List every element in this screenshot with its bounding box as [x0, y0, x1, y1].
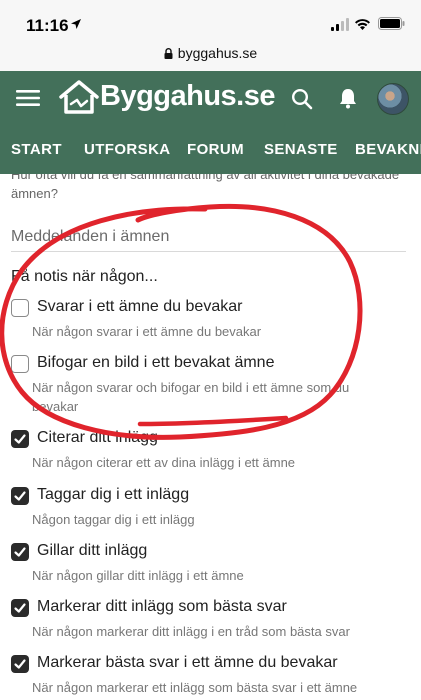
section-title: Meddelanden i ämnen — [11, 228, 170, 245]
option-label[interactable]: Taggar dig i ett inlägg — [37, 486, 189, 504]
nav-item-start[interactable]: START — [11, 141, 62, 158]
site-header: Byggahus.se — [0, 71, 421, 126]
option-label[interactable]: Bifogar en bild i ett bevakat ämne — [37, 354, 274, 372]
status-bar: 11:16 — [0, 0, 421, 40]
checkmark-icon — [14, 547, 26, 557]
option-label[interactable]: Citerar ditt inlägg — [37, 429, 158, 447]
url-text[interactable]: byggahus.se — [178, 45, 257, 61]
option-label[interactable]: Markerar ditt inlägg som bästa svar — [37, 598, 287, 616]
menu-icon[interactable] — [16, 89, 40, 107]
option-description: Någon taggar dig i ett inlägg — [32, 512, 195, 527]
wifi-icon — [355, 19, 370, 30]
nav-item-bevakningar[interactable]: BEVAKNINGAR — [355, 141, 421, 158]
option-label[interactable]: Markerar bästa svar i ett ämne du bevaka… — [37, 654, 338, 672]
checkbox-checked[interactable] — [11, 543, 29, 561]
nav-item-utforska[interactable]: UTFORSKA — [84, 141, 171, 158]
intro-text: Hur ofta vill du få en sammanfattning av… — [11, 174, 400, 201]
logo-house-icon[interactable] — [58, 79, 100, 115]
checkbox-checked[interactable] — [11, 487, 29, 505]
notify-label: Få notis när någon... — [11, 268, 158, 285]
location-arrow-icon — [71, 19, 81, 29]
option-description: När någon markerar ditt inlägg i en tråd… — [32, 624, 350, 639]
nav-item-senaste[interactable]: SENASTE — [264, 141, 338, 158]
nav-item-forum[interactable]: FORUM — [187, 141, 244, 158]
checkbox-checked[interactable] — [11, 430, 29, 448]
option-description: När någon svarar och bifogar en bild i e… — [32, 380, 350, 414]
checkmark-icon — [14, 659, 26, 669]
option-label[interactable]: Svarar i ett ämne du bevakar — [37, 298, 242, 316]
checkmark-icon — [14, 434, 26, 444]
option-description: När någon gillar ditt inlägg i ett ämne — [32, 568, 244, 583]
checkbox-checked[interactable] — [11, 655, 29, 673]
status-time: 11:16 — [26, 16, 69, 35]
logo-text[interactable]: Byggahus.se — [100, 80, 276, 113]
signal-icon — [331, 18, 349, 31]
checkmark-icon — [14, 603, 26, 613]
bell-icon[interactable] — [337, 87, 359, 109]
url-bar[interactable]: byggahus.se — [0, 40, 421, 71]
checkbox-unchecked[interactable] — [11, 299, 29, 317]
section-divider — [11, 251, 406, 252]
checkbox-checked[interactable] — [11, 599, 29, 617]
checkbox-unchecked[interactable] — [11, 355, 29, 373]
option-description: När någon svarar i ett ämne du bevakar — [32, 324, 262, 339]
search-icon[interactable] — [291, 88, 313, 110]
checkmark-icon — [14, 491, 26, 501]
avatar[interactable] — [377, 83, 409, 115]
option-label[interactable]: Gillar ditt inlägg — [37, 542, 147, 560]
option-description: När någon citerar ett av dina inlägg i e… — [32, 455, 296, 470]
lock-icon — [164, 48, 173, 59]
settings-content: Hur ofta vill du få en sammanfattning av… — [0, 174, 421, 700]
main-nav: START UTFORSKA FORUM SENASTE BEVAKNINGAR — [0, 126, 421, 174]
option-description: När någon markerar ett inlägg som bästa … — [32, 680, 358, 695]
battery-icon — [378, 17, 405, 30]
